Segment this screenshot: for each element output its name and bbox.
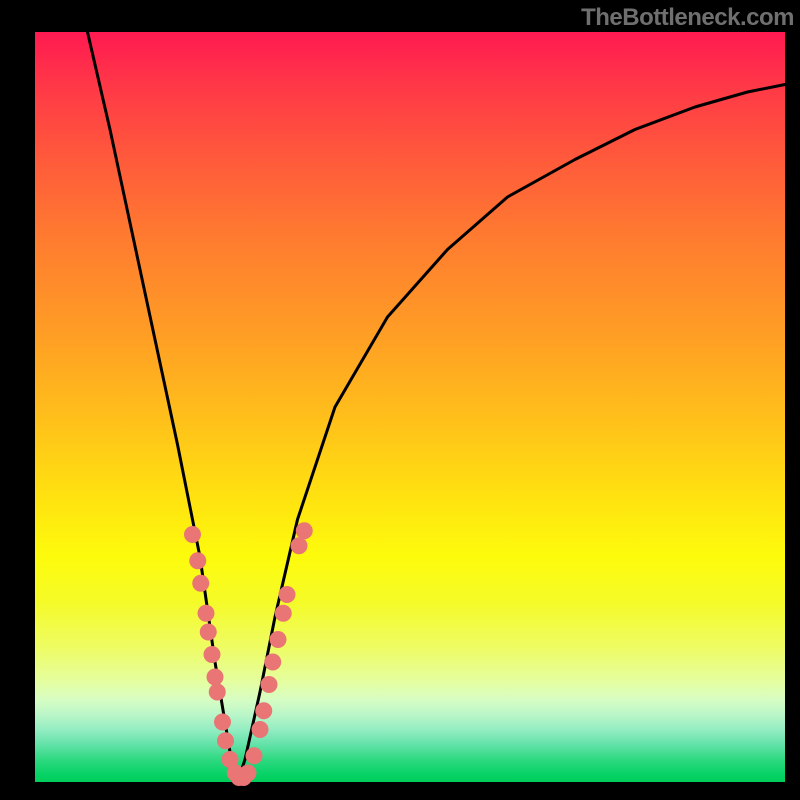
data-point-marker bbox=[255, 702, 272, 719]
data-point-marker bbox=[261, 676, 278, 693]
chart-frame: TheBottleneck.com bbox=[0, 0, 800, 800]
data-point-marker bbox=[291, 537, 308, 554]
data-point-marker bbox=[192, 575, 209, 592]
data-point-marker bbox=[200, 624, 217, 641]
data-point-marker bbox=[246, 747, 263, 764]
data-point-marker bbox=[275, 605, 292, 622]
data-point-marker bbox=[198, 605, 215, 622]
data-point-marker bbox=[279, 586, 296, 603]
data-point-marker bbox=[204, 646, 221, 663]
data-point-marker bbox=[214, 714, 231, 731]
data-point-marker bbox=[296, 522, 313, 539]
data-point-marker bbox=[217, 732, 234, 749]
data-point-marker bbox=[209, 684, 226, 701]
data-point-marker bbox=[207, 669, 224, 686]
data-point-marker bbox=[189, 552, 206, 569]
watermark-text: TheBottleneck.com bbox=[581, 4, 794, 32]
bottleneck-curve bbox=[88, 32, 786, 782]
chart-svg bbox=[0, 0, 800, 800]
data-point-marker bbox=[184, 526, 201, 543]
data-point-marker bbox=[252, 721, 269, 738]
data-point-marker bbox=[264, 654, 281, 671]
data-point-marker bbox=[270, 631, 287, 648]
data-point-marker bbox=[240, 765, 257, 782]
